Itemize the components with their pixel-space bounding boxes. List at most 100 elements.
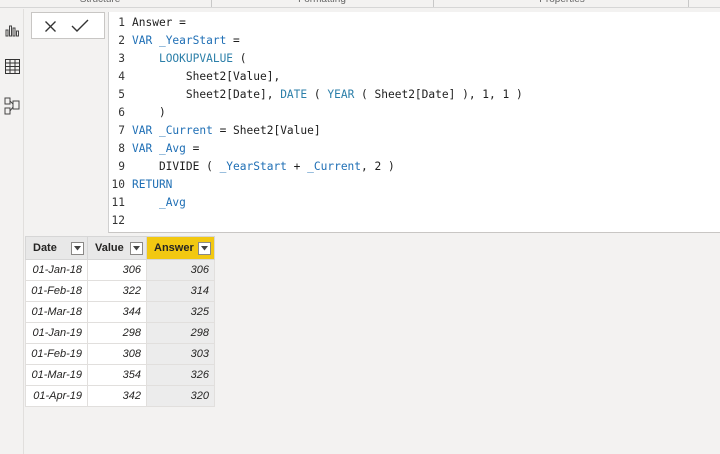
ribbon-divider [688,0,689,7]
code-token: + [286,160,308,173]
view-switcher-rail [0,9,24,454]
dax-formula-editor[interactable]: 1 Answer = 2 VAR _YearStart = 3 LOOKUPVALUE … [108,12,720,233]
code-text: Sheet2[Date], DATE ( YEAR ( Sheet2[Date]… [132,86,523,104]
check-icon [71,19,89,32]
date-cell[interactable]: 01-Mar-18 [25,301,88,323]
code-token: ) [132,106,166,119]
code-token: = [226,34,240,47]
code-text: Sheet2[Value], [132,68,280,86]
code-line[interactable]: 8 VAR _Avg = [109,140,720,158]
table-row[interactable]: 01-Feb-19 308 303 [25,343,215,365]
date-cell[interactable]: 01-Feb-18 [25,280,88,302]
filter-dropdown-button[interactable] [71,241,84,255]
column-header-label: Date [33,242,57,254]
code-token: DATE [280,88,308,101]
value-cell[interactable]: 344 [87,301,147,323]
code-token: VAR [132,142,159,155]
data-table: Date Value Answer 01-Jan-18 306 306 01-Feb-… [25,236,215,407]
table-row[interactable]: 01-Mar-19 354 326 [25,364,215,386]
model-view-icon[interactable] [0,94,24,118]
code-line[interactable]: 3 LOOKUPVALUE ( [109,50,720,68]
commit-formula-button[interactable] [69,16,91,36]
code-token: Sheet2[Date], [132,88,281,101]
code-line[interactable]: 1 Answer = [109,14,720,32]
value-cell[interactable]: 354 [87,364,147,386]
code-line[interactable]: 2 VAR _YearStart = [109,32,720,50]
code-text: VAR _Current = Sheet2[Value] [132,122,321,140]
date-cell[interactable]: 01-Mar-19 [25,364,88,386]
table-row[interactable]: 01-Jan-19 298 298 [25,322,215,344]
code-text: VAR _Avg = [132,140,199,158]
value-cell[interactable]: 308 [87,343,147,365]
code-line[interactable]: 12 [109,212,720,230]
line-number: 11 [111,196,125,209]
answer-cell[interactable]: 320 [146,385,215,407]
answer-cell[interactable]: 314 [146,280,215,302]
ribbon-group-properties[interactable]: Properties [502,0,622,7]
code-token: _Current [158,124,213,137]
code-token: _Avg [158,196,186,209]
column-header-date[interactable]: Date [25,236,88,260]
line-number: 5 [118,88,125,101]
date-cell[interactable]: 01-Feb-19 [25,343,88,365]
code-text: LOOKUPVALUE ( [132,50,247,68]
code-token: Sheet2[Value], [132,70,281,83]
code-token: ( [233,52,247,65]
ribbon-group-structure[interactable]: Structure [40,0,160,7]
answer-cell[interactable]: 303 [146,343,215,365]
code-line[interactable]: 6 ) [109,104,720,122]
column-header-value[interactable]: Value [87,236,147,260]
code-line[interactable]: 9 DIVIDE ( _YearStart + _Current, 2 ) [109,158,720,176]
cancel-formula-button[interactable] [39,16,61,36]
ribbon-strip: Structure Formatting Properties [0,0,720,8]
table-row[interactable]: 01-Apr-19 342 320 [25,385,215,407]
line-number: 12 [111,214,125,227]
line-number: 1 [118,16,125,29]
date-cell[interactable]: 01-Jan-18 [25,259,88,281]
ribbon-divider [433,0,434,7]
table-row[interactable]: 01-Mar-18 344 325 [25,301,215,323]
code-line[interactable]: 11 _Avg [109,194,720,212]
code-token: Answer = [132,16,186,29]
line-number: 6 [118,106,125,119]
code-line[interactable]: 5 Sheet2[Date], DATE ( YEAR ( Sheet2[Dat… [109,86,720,104]
code-line[interactable]: 10 RETURN [109,176,720,194]
filter-dropdown-button[interactable] [198,241,211,255]
close-icon [44,20,56,32]
column-header-label: Value [95,242,124,254]
code-text: _Avg [132,194,186,212]
column-header-answer[interactable]: Answer [146,236,215,260]
value-cell[interactable]: 342 [87,385,147,407]
code-token: _YearStart [158,34,227,47]
code-token: YEAR [327,88,355,101]
value-cell[interactable]: 322 [87,280,147,302]
code-token: LOOKUPVALUE [158,52,234,65]
line-number: 7 [118,124,125,137]
column-header-label: Answer [154,242,194,254]
table-row[interactable]: 01-Jan-18 306 306 [25,259,215,281]
date-cell[interactable]: 01-Apr-19 [25,385,88,407]
answer-cell[interactable]: 325 [146,301,215,323]
table-row[interactable]: 01-Feb-18 322 314 [25,280,215,302]
answer-cell[interactable]: 306 [146,259,215,281]
line-number: 4 [118,70,125,83]
code-line[interactable]: 7 VAR _Current = Sheet2[Value] [109,122,720,140]
line-number: 2 [118,34,125,47]
answer-cell[interactable]: 298 [146,322,215,344]
table-body: 01-Jan-18 306 306 01-Feb-18 322 314 01-Mar-18 3… [25,259,215,407]
line-number: 10 [111,178,125,191]
answer-cell[interactable]: 326 [146,364,215,386]
data-view-icon[interactable] [0,54,24,78]
code-line[interactable]: 4 Sheet2[Value], [109,68,720,86]
value-cell[interactable]: 306 [87,259,147,281]
report-view-icon[interactable] [0,18,24,42]
code-text: ) [132,104,166,122]
filter-dropdown-button[interactable] [130,241,143,255]
date-cell[interactable]: 01-Jan-19 [25,322,88,344]
value-cell[interactable]: 298 [87,322,147,344]
code-token: DIVIDE ( [132,160,220,173]
ribbon-group-formatting[interactable]: Formatting [262,0,382,7]
code-token: = [185,142,200,155]
line-number: 9 [118,160,125,173]
